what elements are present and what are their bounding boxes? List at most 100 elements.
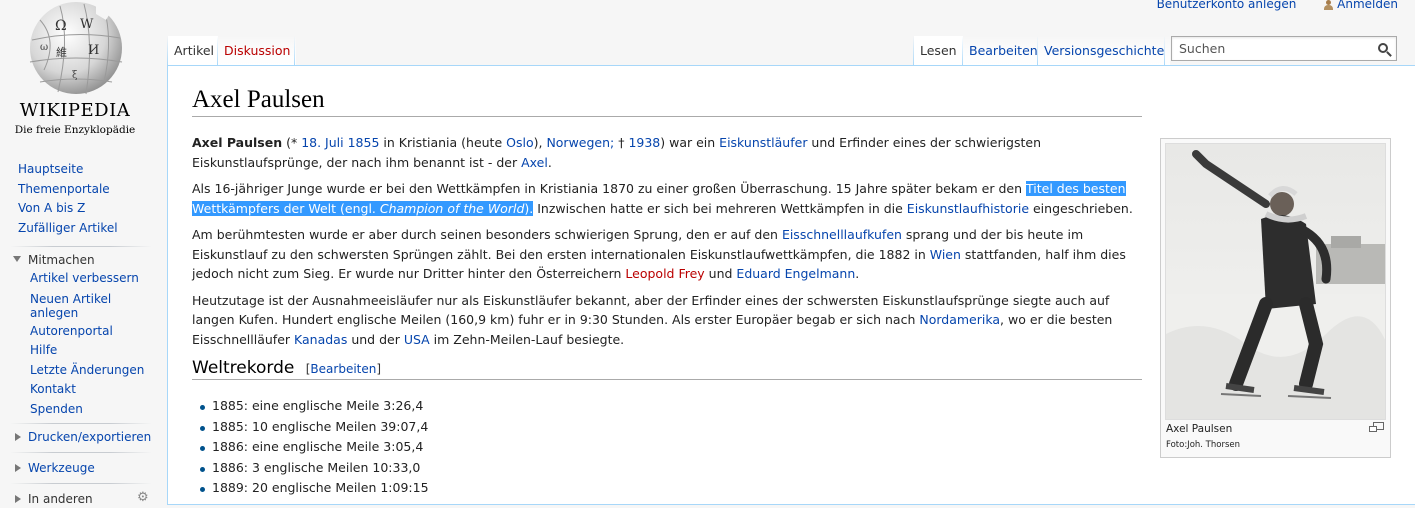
search-input[interactable] bbox=[1177, 38, 1372, 59]
link-eisschnelllaufkufen[interactable]: Eisschnelllaufkufen bbox=[782, 227, 902, 242]
link-nordamerika[interactable]: Nordamerika bbox=[919, 312, 1000, 327]
chevron-right-icon bbox=[15, 433, 21, 441]
wikipedia-logo[interactable]: Ω W И 維 ω ξ WIKIPEDIA Die freie Enzyklop… bbox=[0, 0, 150, 150]
portal-lang-toggle[interactable]: In anderen ⚙ bbox=[0, 490, 160, 508]
link-eduard-engelmann[interactable]: Eduard Engelmann bbox=[736, 266, 855, 281]
link-kanadas[interactable]: Kanadas bbox=[294, 332, 347, 347]
tab-diskussion[interactable]: Diskussion bbox=[218, 36, 297, 66]
text: eingeschrieben. bbox=[1029, 200, 1133, 216]
sidebar-item-hilfe[interactable]: Hilfe bbox=[30, 343, 57, 357]
svg-text:維: 維 bbox=[56, 46, 67, 59]
list-item: 1889: 20 englische Meilen 1:09:15 bbox=[192, 478, 792, 499]
portal-tools-label[interactable]: Werkzeuge bbox=[28, 461, 95, 475]
thumbnail: Axel Paulsen Foto:Joh. Thorsen bbox=[1160, 138, 1391, 458]
text: im Zehn-Meilen-Lauf besiegte. bbox=[429, 331, 625, 347]
section-edit-link[interactable]: Bearbeiten bbox=[310, 362, 376, 376]
sidebar-item-von-a-bis-z[interactable]: Von A bis Z bbox=[18, 201, 85, 215]
text: ), bbox=[533, 135, 547, 150]
text: . bbox=[855, 266, 860, 281]
link-leopold-frey[interactable]: Leopold Frey bbox=[625, 266, 704, 281]
text: ). bbox=[524, 200, 534, 216]
tab-lesen[interactable]: Lesen bbox=[914, 36, 963, 66]
text: † bbox=[614, 135, 629, 150]
section-edit: [Bearbeiten] bbox=[305, 362, 382, 376]
link-usa[interactable]: USA bbox=[404, 332, 430, 347]
text: ) war ein bbox=[660, 135, 720, 150]
portal-print-toggle[interactable]: Drucken/exportieren bbox=[0, 428, 160, 446]
svg-text:Ω: Ω bbox=[55, 18, 67, 34]
sidebar-item-hauptseite[interactable]: Hauptseite bbox=[18, 162, 83, 176]
article-body: Axel Paulsen (* 18. Juli 1855 in Kristia… bbox=[192, 133, 1147, 356]
sidebar-separator bbox=[10, 246, 152, 247]
sidebar-separator bbox=[10, 483, 152, 484]
svg-text:ξ: ξ bbox=[72, 70, 78, 81]
portal-tools-toggle[interactable]: Werkzeuge bbox=[0, 459, 160, 477]
svg-text:ω: ω bbox=[40, 42, 48, 53]
thumbnail-caption: Axel Paulsen bbox=[1166, 423, 1233, 435]
gear-icon[interactable]: ⚙ bbox=[137, 489, 149, 507]
tab-bearbeiten[interactable]: Bearbeiten bbox=[963, 36, 1044, 66]
link-death-year[interactable]: 1938 bbox=[628, 135, 660, 150]
skater-photo bbox=[1166, 144, 1385, 419]
personal-tools: Benutzerkonto anlegen Anmelden bbox=[1157, 0, 1398, 11]
link-norwegen[interactable]: Norwegen; bbox=[546, 135, 614, 150]
sidebar-item-letzte-aenderungen[interactable]: Letzte Änderungen bbox=[30, 363, 144, 377]
puzzle-globe-icon: Ω W И 維 ω ξ bbox=[29, 2, 123, 95]
text: in Kristiania (heute bbox=[379, 135, 507, 150]
portal-print-label[interactable]: Drucken/exportieren bbox=[28, 430, 151, 444]
wikipedia-wordmark: WIKIPEDIA bbox=[19, 100, 131, 121]
sidebar-item-spenden[interactable]: Spenden bbox=[30, 402, 83, 416]
sidebar-item-neuen-artikel[interactable]: Neuen Artikel anlegen bbox=[30, 292, 111, 320]
portal-lang-label: In anderen bbox=[28, 492, 93, 506]
login-link[interactable]: Anmelden bbox=[1337, 0, 1398, 11]
article-subject: Axel Paulsen bbox=[192, 135, 283, 150]
create-account-link[interactable]: Benutzerkonto anlegen bbox=[1157, 0, 1297, 11]
records-list: 1885: eine englische Meile 3:26,4 1885: … bbox=[192, 396, 792, 499]
link-wien[interactable]: Wien bbox=[930, 247, 961, 262]
sidebar-item-zufaelliger-artikel[interactable]: Zufälliger Artikel bbox=[18, 221, 118, 235]
content-area: Axel Paulsen Axel Paulsen (* 18. Juli 18… bbox=[167, 65, 1415, 505]
list-item: 1886: eine englische Meile 3:05,4 bbox=[192, 437, 792, 458]
sidebar-item-themenportale[interactable]: Themenportale bbox=[18, 182, 110, 196]
tab-versionsgeschichte[interactable]: Versionsgeschichte bbox=[1038, 36, 1171, 66]
link-birth-year[interactable]: 1855 bbox=[348, 135, 380, 150]
link-axel[interactable]: Axel bbox=[521, 155, 548, 170]
sidebar: Hauptseite Themenportale Von A bis Z Zuf… bbox=[0, 160, 160, 508]
sidebar-separator bbox=[10, 423, 152, 424]
chevron-down-icon bbox=[13, 256, 21, 262]
portrait-image[interactable] bbox=[1165, 143, 1386, 420]
tab-divider bbox=[294, 36, 295, 66]
section-heading-weltrekorde: Weltrekorde [Bearbeiten] bbox=[192, 358, 1142, 380]
enlarge-icon[interactable] bbox=[1369, 422, 1384, 432]
text: und bbox=[704, 266, 737, 281]
text: Champion of the World bbox=[379, 200, 525, 216]
login-wrapper: Anmelden bbox=[1312, 0, 1398, 11]
chevron-right-icon bbox=[15, 464, 21, 472]
sidebar-item-autorenportal[interactable]: Autorenportal bbox=[30, 324, 113, 338]
paragraph-speed: Heutzutage ist der Ausnahmeeisläufer nur… bbox=[192, 291, 1147, 350]
svg-text:И: И bbox=[88, 43, 99, 58]
link-eiskunstlaufhistorie[interactable]: Eiskunstlaufhistorie bbox=[907, 201, 1029, 216]
portal-mitmachen-toggle[interactable]: Mitmachen bbox=[0, 251, 160, 269]
svg-text:W: W bbox=[80, 17, 94, 32]
sidebar-separator bbox=[10, 452, 152, 453]
sidebar-item-kontakt[interactable]: Kontakt bbox=[30, 382, 76, 396]
search-icon[interactable] bbox=[1378, 43, 1388, 53]
list-item: 1885: 10 englische Meilen 39:07,4 bbox=[192, 417, 792, 438]
text: Als 16-jähriger Junge wurde er bei den W… bbox=[192, 181, 1026, 196]
tab-divider bbox=[1164, 36, 1165, 66]
paragraph-intro: Axel Paulsen (* 18. Juli 1855 in Kristia… bbox=[192, 133, 1147, 172]
paragraph-career: Als 16-jähriger Junge wurde er bei den W… bbox=[192, 179, 1147, 218]
thumbnail-credit: Foto:Joh. Thorsen bbox=[1166, 440, 1241, 450]
text: Inzwischen hatte er sich bei mehreren We… bbox=[533, 200, 907, 216]
page-title: Axel Paulsen bbox=[192, 86, 1142, 117]
mitmachen-list: Artikel verbessern Neuen Artikel anlegen… bbox=[0, 269, 160, 419]
sidebar-item-artikel-verbessern[interactable]: Artikel verbessern bbox=[30, 271, 139, 285]
paragraph-jump: Am berühmtesten wurde er aber durch sein… bbox=[192, 225, 1147, 284]
section-title: Weltrekorde bbox=[192, 358, 295, 378]
text: Am berühmtesten wurde er aber durch sein… bbox=[192, 227, 782, 242]
link-birth-date[interactable]: 18. Juli bbox=[301, 135, 343, 150]
link-eiskunstlaeufer[interactable]: Eiskunstläufer bbox=[719, 135, 807, 150]
tab-artikel[interactable]: Artikel bbox=[168, 36, 221, 66]
link-oslo[interactable]: Oslo bbox=[506, 135, 533, 150]
